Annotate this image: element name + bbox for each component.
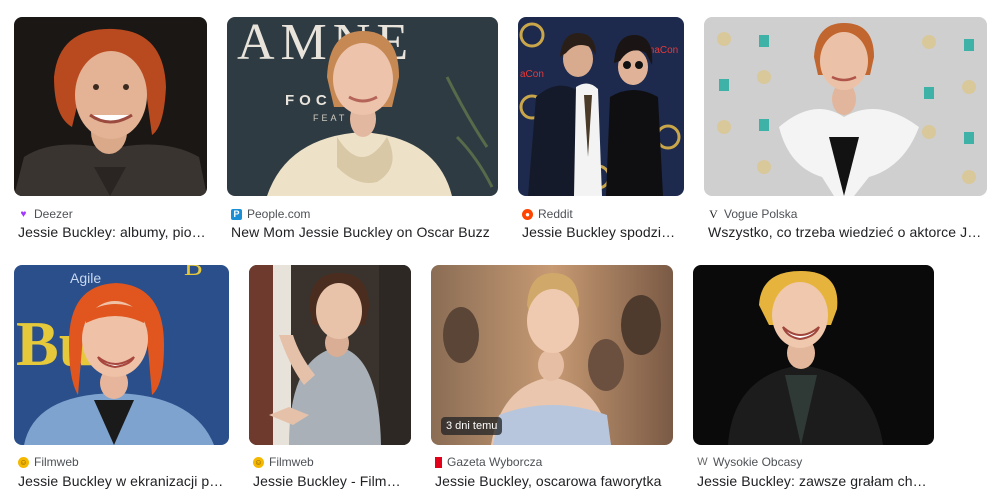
result-thumbnail[interactable]: AMNE FOC FEAT: [227, 17, 498, 196]
result-source: Gazeta Wyborcza: [435, 455, 542, 469]
svg-text:FOC: FOC: [285, 92, 332, 109]
source-label: Gazeta Wyborcza: [447, 455, 543, 469]
svg-text:aCon: aCon: [520, 69, 544, 80]
image-result-4[interactable]: V Vogue Polska Wszystko, co trzeba wiedz…: [704, 17, 988, 247]
result-title[interactable]: Jessie Buckley - Filmweb: [253, 473, 409, 489]
result-thumbnail[interactable]: 3 dni temu: [431, 265, 673, 445]
filmweb-icon: ☺: [253, 456, 264, 468]
result-title[interactable]: Jessie Buckley: zawsze grałam charaktery: [697, 473, 933, 489]
result-thumbnail[interactable]: maCon aCon: [518, 17, 684, 196]
result-title[interactable]: Jessie Buckley, oscarowa faworytka: [435, 473, 671, 489]
result-source: P People.com: [231, 207, 310, 221]
result-source: ☺ Filmweb: [253, 455, 314, 469]
result-thumbnail[interactable]: [693, 265, 934, 445]
result-source: ☺ Filmweb: [18, 455, 79, 469]
overflow-fade: [950, 265, 1001, 504]
result-source: ● Reddit: [522, 207, 573, 221]
result-source: ♥ Deezer: [18, 207, 73, 221]
result-title[interactable]: Jessie Buckley spodziewa się dziecka: [522, 224, 682, 240]
result-title[interactable]: Jessie Buckley: albumy, piosenki, playli…: [18, 224, 206, 240]
image-result-8[interactable]: W Wysokie Obcasy Jessie Buckley: zawsze …: [693, 265, 935, 497]
svg-text:B: B: [184, 265, 203, 282]
image-result-1[interactable]: ♥ Deezer Jessie Buckley: albumy, piosenk…: [14, 17, 208, 247]
svg-text:FEAT: FEAT: [313, 113, 347, 123]
wysokie-obcasy-icon: W: [697, 455, 708, 468]
result-title[interactable]: Jessie Buckley w ekranizacji powieści: [18, 473, 226, 489]
result-thumbnail[interactable]: [704, 17, 987, 196]
image-result-3[interactable]: maCon aCon ● Reddit Jessie Buckley spodz…: [518, 17, 685, 247]
result-thumbnail[interactable]: [14, 17, 207, 196]
people-logo-icon: P: [231, 208, 242, 220]
heart-icon: ♥: [20, 208, 27, 220]
result-thumbnail[interactable]: [249, 265, 411, 445]
vogue-icon: V: [709, 206, 718, 221]
source-label: Vogue Polska: [724, 207, 798, 221]
image-result-6[interactable]: ☺ Filmweb Jessie Buckley - Filmweb: [249, 265, 412, 497]
result-title[interactable]: New Mom Jessie Buckley on Oscar Buzz: [231, 224, 493, 240]
reddit-icon: ●: [522, 208, 533, 220]
image-result-2[interactable]: AMNE FOC FEAT P People.com New Mom Jessi…: [227, 17, 499, 247]
image-result-7[interactable]: 3 dni temu Gazeta Wyborcza Jessie Buckle…: [431, 265, 674, 497]
source-label: Reddit: [538, 207, 573, 221]
wyborcza-icon: [435, 456, 442, 468]
filmweb-icon: ☺: [18, 456, 29, 468]
result-source: W Wysokie Obcasy: [697, 455, 802, 469]
image-result-5[interactable]: Agile Bu B ☺ Filmweb Jessie Buckley w ek…: [14, 265, 230, 497]
time-badge: 3 dni temu: [441, 417, 503, 435]
result-thumbnail[interactable]: Agile Bu B: [14, 265, 229, 445]
svg-text:Agile: Agile: [70, 270, 101, 286]
source-label: Wysokie Obcasy: [713, 455, 803, 469]
source-label: Deezer: [34, 207, 73, 221]
result-title[interactable]: Wszystko, co trzeba wiedzieć o aktorce J…: [708, 224, 984, 240]
result-source: V Vogue Polska: [708, 207, 797, 221]
source-label: Filmweb: [269, 455, 314, 469]
source-label: Filmweb: [34, 455, 79, 469]
source-label: People.com: [247, 207, 311, 221]
